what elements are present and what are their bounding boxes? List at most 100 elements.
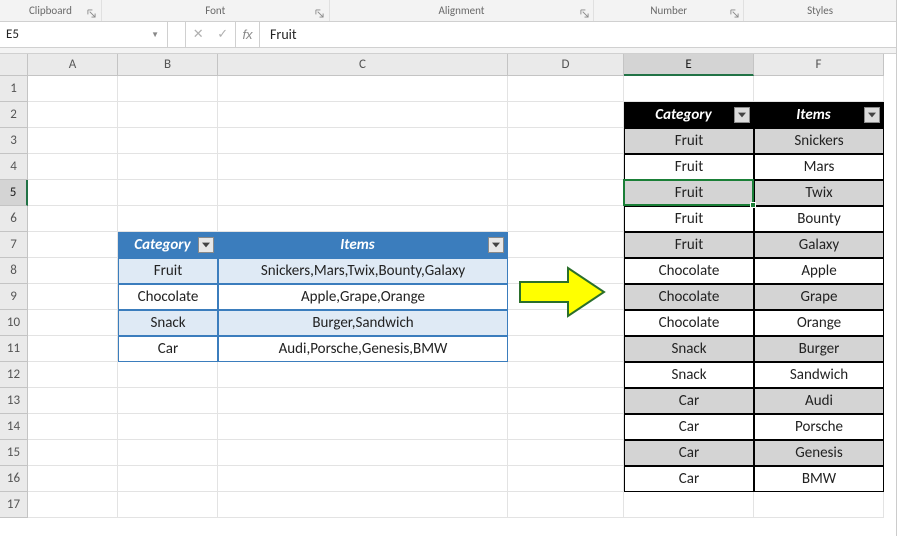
cell-B1[interactable] [118, 76, 218, 102]
cell-C9[interactable]: Apple,Grape,Orange [218, 284, 508, 310]
filter-dropdown-icon[interactable] [488, 237, 504, 253]
cell-C17[interactable] [218, 492, 508, 518]
cell-D1[interactable] [508, 76, 624, 102]
row-header-4[interactable]: 4 [0, 154, 28, 180]
cell-B9[interactable]: Chocolate [118, 284, 218, 310]
cell-F11[interactable]: Burger [754, 336, 884, 362]
cell-E14[interactable]: Car [624, 414, 754, 440]
dialog-launcher-icon[interactable] [86, 7, 98, 19]
cell-F1[interactable] [754, 76, 884, 102]
cell-A14[interactable] [28, 414, 118, 440]
cell-F6[interactable]: Bounty [754, 206, 884, 232]
cell-E2[interactable]: Category [624, 102, 754, 128]
cell-D4[interactable] [508, 154, 624, 180]
cell-E16[interactable]: Car [624, 466, 754, 492]
cell-B2[interactable] [118, 102, 218, 128]
cell-C8[interactable]: Snickers,Mars,Twix,Bounty,Galaxy [218, 258, 508, 284]
cell-F3[interactable]: Snickers [754, 128, 884, 154]
row-header-10[interactable]: 10 [0, 310, 28, 336]
cell-F15[interactable]: Genesis [754, 440, 884, 466]
row-header-3[interactable]: 3 [0, 128, 28, 154]
cell-F13[interactable]: Audi [754, 388, 884, 414]
cell-C1[interactable] [218, 76, 508, 102]
cell-C14[interactable] [218, 414, 508, 440]
cell-E5[interactable]: Fruit [624, 180, 754, 206]
column-header-B[interactable]: B [118, 54, 218, 76]
cell-D7[interactable] [508, 232, 624, 258]
filter-dropdown-icon[interactable] [734, 107, 750, 123]
dialog-launcher-icon[interactable] [578, 7, 590, 19]
cell-A12[interactable] [28, 362, 118, 388]
cell-B4[interactable] [118, 154, 218, 180]
cell-F17[interactable] [754, 492, 884, 518]
cell-A3[interactable] [28, 128, 118, 154]
cell-C15[interactable] [218, 440, 508, 466]
cell-E11[interactable]: Snack [624, 336, 754, 362]
cell-D14[interactable] [508, 414, 624, 440]
cell-C3[interactable] [218, 128, 508, 154]
chevron-down-icon[interactable]: ▼ [147, 30, 163, 40]
row-header-17[interactable]: 17 [0, 492, 28, 518]
row-header-13[interactable]: 13 [0, 388, 28, 414]
row-header-6[interactable]: 6 [0, 206, 28, 232]
cell-F16[interactable]: BMW [754, 466, 884, 492]
cell-B6[interactable] [118, 206, 218, 232]
cell-E7[interactable]: Fruit [624, 232, 754, 258]
cell-C6[interactable] [218, 206, 508, 232]
cell-C7[interactable]: Items [218, 232, 508, 258]
cell-F12[interactable]: Sandwich [754, 362, 884, 388]
cell-F5[interactable]: Twix [754, 180, 884, 206]
cell-D16[interactable] [508, 466, 624, 492]
cell-C16[interactable] [218, 466, 508, 492]
cell-F9[interactable]: Grape [754, 284, 884, 310]
cell-F2[interactable]: Items [754, 102, 884, 128]
cell-A7[interactable] [28, 232, 118, 258]
cell-C4[interactable] [218, 154, 508, 180]
cell-D17[interactable] [508, 492, 624, 518]
cell-C10[interactable]: Burger,Sandwich [218, 310, 508, 336]
cell-F4[interactable]: Mars [754, 154, 884, 180]
cell-A6[interactable] [28, 206, 118, 232]
cell-E12[interactable]: Snack [624, 362, 754, 388]
cell-A5[interactable] [28, 180, 118, 206]
cell-F7[interactable]: Galaxy [754, 232, 884, 258]
cell-A9[interactable] [28, 284, 118, 310]
column-header-E[interactable]: E [624, 54, 754, 76]
cell-E17[interactable] [624, 492, 754, 518]
cell-D2[interactable] [508, 102, 624, 128]
formula-input[interactable]: Fruit [260, 22, 896, 47]
cell-F10[interactable]: Orange [754, 310, 884, 336]
cell-C2[interactable] [218, 102, 508, 128]
cell-E3[interactable]: Fruit [624, 128, 754, 154]
cell-B12[interactable] [118, 362, 218, 388]
enter-formula-button[interactable]: ✓ [211, 22, 236, 47]
select-all-corner[interactable] [0, 54, 28, 76]
spreadsheet-grid[interactable]: ABCDEF12CategoryItems3FruitSnickers4Frui… [0, 54, 896, 518]
cell-D6[interactable] [508, 206, 624, 232]
cell-D12[interactable] [508, 362, 624, 388]
name-box[interactable]: E5 ▼ [0, 22, 168, 47]
cell-A1[interactable] [28, 76, 118, 102]
cell-A4[interactable] [28, 154, 118, 180]
cell-B15[interactable] [118, 440, 218, 466]
cell-E15[interactable]: Car [624, 440, 754, 466]
cell-C11[interactable]: Audi,Porsche,Genesis,BMW [218, 336, 508, 362]
cell-E9[interactable]: Chocolate [624, 284, 754, 310]
cell-E6[interactable]: Fruit [624, 206, 754, 232]
row-header-9[interactable]: 9 [0, 284, 28, 310]
column-header-C[interactable]: C [218, 54, 508, 76]
cell-B7[interactable]: Category [118, 232, 218, 258]
cell-B16[interactable] [118, 466, 218, 492]
filter-dropdown-icon[interactable] [864, 107, 880, 123]
cell-C13[interactable] [218, 388, 508, 414]
row-header-1[interactable]: 1 [0, 76, 28, 102]
cell-B5[interactable] [118, 180, 218, 206]
cell-E13[interactable]: Car [624, 388, 754, 414]
column-header-F[interactable]: F [754, 54, 884, 76]
cell-B11[interactable]: Car [118, 336, 218, 362]
column-header-A[interactable]: A [28, 54, 118, 76]
cell-D5[interactable] [508, 180, 624, 206]
cell-D11[interactable] [508, 336, 624, 362]
row-header-12[interactable]: 12 [0, 362, 28, 388]
row-header-2[interactable]: 2 [0, 102, 28, 128]
